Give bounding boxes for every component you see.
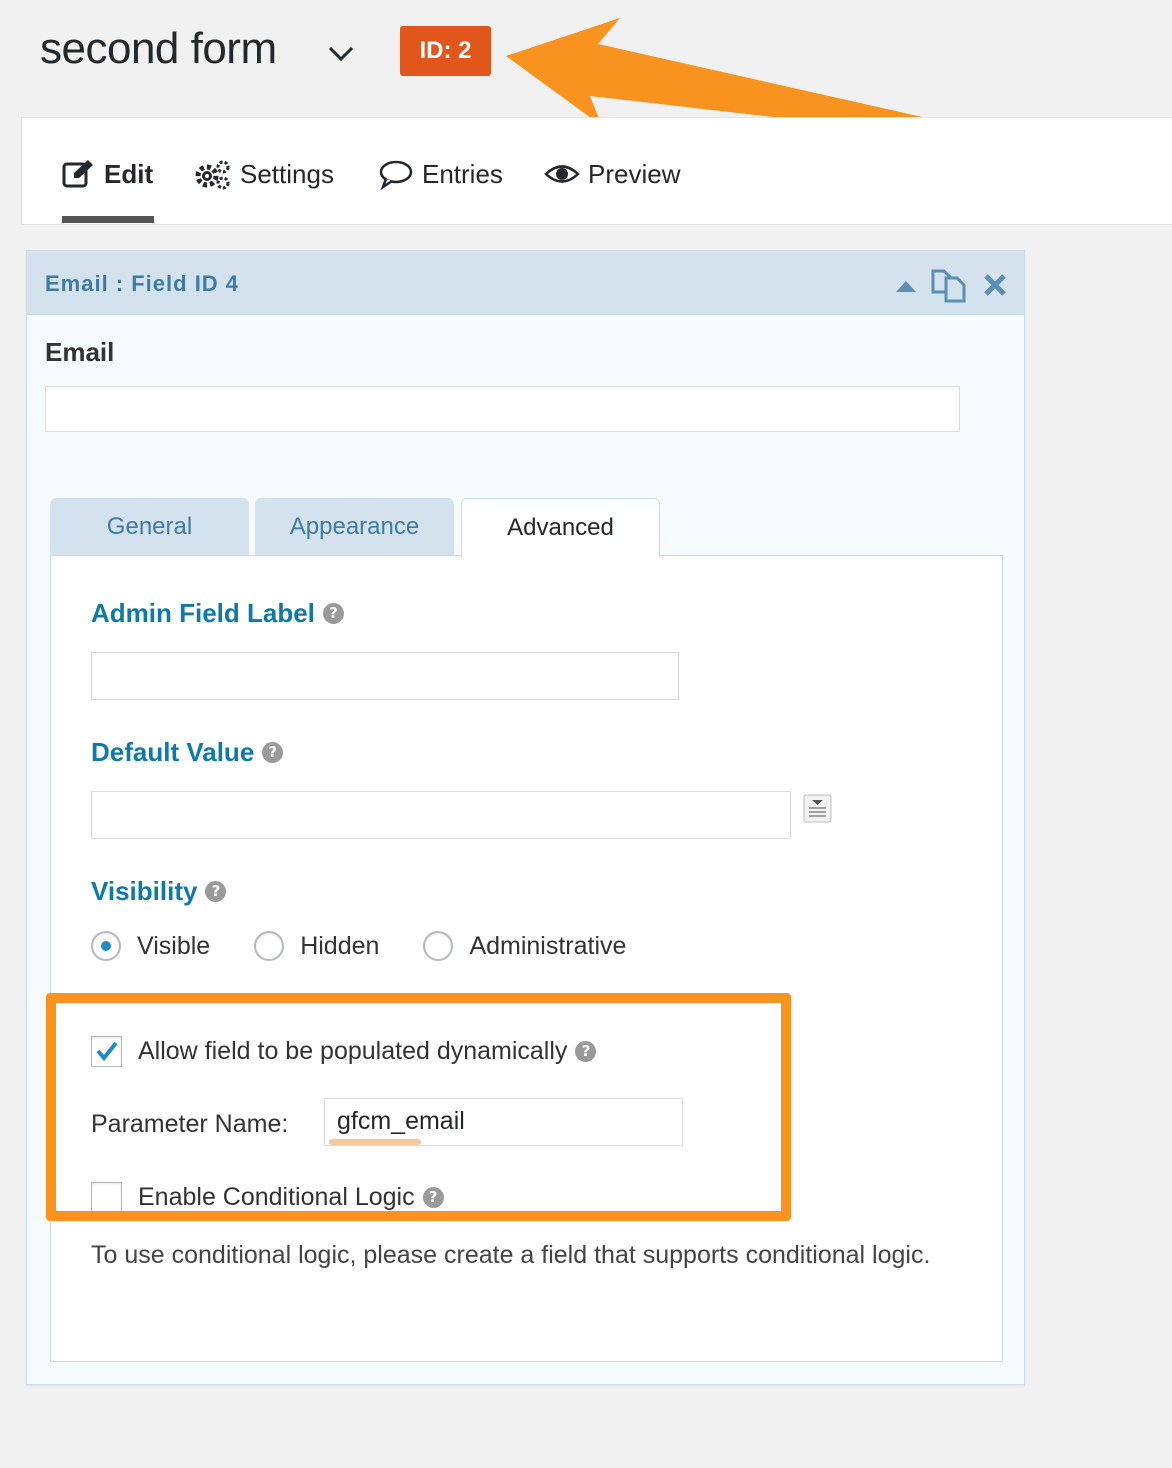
active-tab-indicator	[62, 216, 154, 223]
field-editor-panel: Email : Field ID 4 Email General Appeara…	[26, 250, 1025, 1385]
nav-edit[interactable]: Edit	[62, 154, 153, 194]
edit-icon	[62, 160, 93, 188]
visibility-option-hidden: Hidden	[300, 931, 380, 960]
conditional-logic-note: To use conditional logic, please create …	[91, 1241, 931, 1269]
nav-entries-label: Entries	[422, 158, 503, 189]
duplicate-icon[interactable]	[930, 266, 968, 304]
visibility-radio-visible[interactable]	[91, 931, 121, 961]
admin-field-label-title: Admin Field Label	[91, 598, 315, 628]
default-value-help-icon[interactable]: ?	[262, 742, 284, 763]
admin-label-help-icon[interactable]: ?	[322, 603, 344, 624]
visibility-heading: Visibility ?	[91, 876, 227, 907]
visibility-radio-administrative[interactable]	[423, 931, 454, 961]
eye-icon	[544, 165, 580, 183]
nav-settings-label: Settings	[240, 158, 334, 189]
visibility-option-visible: Visible	[137, 931, 211, 960]
nav-settings[interactable]: Settings	[194, 154, 334, 194]
delete-x-icon[interactable]	[982, 272, 1008, 298]
tab-appearance[interactable]: Appearance	[255, 498, 454, 556]
form-switcher-chevron-icon[interactable]	[326, 42, 356, 66]
collapse-arrow-icon[interactable]	[895, 279, 917, 293]
nav-edit-label: Edit	[104, 158, 154, 189]
admin-field-label-input[interactable]	[91, 652, 679, 700]
advanced-tab-content: Admin Field Label ? Default Value ? Visi…	[46, 555, 1003, 1362]
visibility-radio-group: Visible Hidden Administrative	[91, 926, 670, 966]
form-title: second form	[40, 24, 277, 73]
default-value-title: Default Value	[91, 737, 255, 767]
default-value-heading: Default Value ?	[91, 737, 284, 768]
tab-advanced[interactable]: Advanced	[461, 498, 660, 558]
form-toolbar: Edit Settings Entries Preview	[21, 117, 1172, 225]
visibility-option-administrative: Administrative	[469, 931, 627, 960]
merge-tag-icon[interactable]	[803, 794, 833, 824]
visibility-radio-hidden[interactable]	[254, 931, 285, 961]
nav-preview[interactable]: Preview	[544, 154, 680, 194]
admin-field-label-heading: Admin Field Label ?	[91, 598, 344, 629]
annotation-highlight-box	[46, 993, 791, 1221]
default-value-input[interactable]	[91, 791, 791, 839]
tab-general[interactable]: General	[50, 498, 249, 556]
nav-preview-label: Preview	[588, 158, 681, 189]
comment-icon	[379, 160, 413, 190]
form-id-badge: ID: 2	[400, 26, 491, 76]
field-preview-label: Email	[45, 337, 115, 367]
field-panel-header: Email : Field ID 4	[27, 251, 1024, 315]
visibility-title: Visibility	[91, 876, 198, 906]
field-panel-title: Email : Field ID 4	[45, 271, 240, 296]
visibility-help-icon[interactable]: ?	[205, 881, 227, 902]
gears-icon	[195, 160, 230, 190]
email-preview-input	[45, 386, 960, 432]
nav-entries[interactable]: Entries	[378, 154, 503, 194]
